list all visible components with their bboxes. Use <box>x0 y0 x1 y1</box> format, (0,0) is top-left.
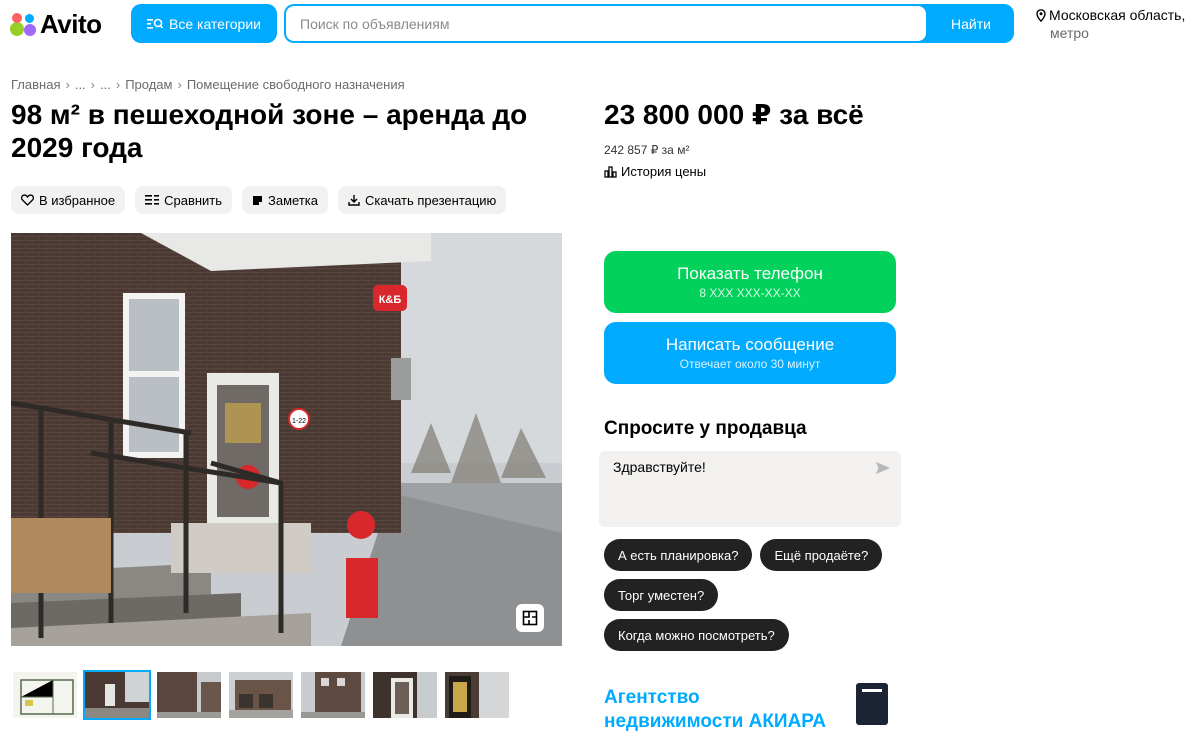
thumbnail-facade-2[interactable] <box>227 670 295 720</box>
breadcrumb-item[interactable]: ... <box>100 77 111 92</box>
seller-name-link[interactable]: Агентство недвижимости АКИАРА <box>604 686 844 734</box>
response-time: Отвечает около 30 минут <box>679 357 821 371</box>
note-button[interactable]: Заметка <box>242 186 329 214</box>
quick-questions: А есть планировка? Ещё продаёте? Торг ум… <box>604 539 904 651</box>
thumbnail-floor-plan[interactable] <box>11 670 79 720</box>
all-categories-button[interactable]: Все категории <box>131 4 277 43</box>
favorite-label: В избранное <box>39 192 116 208</box>
avito-logo[interactable]: Avito <box>10 8 102 40</box>
compare-label: Сравнить <box>164 192 223 208</box>
photo-thumbnails <box>11 670 511 720</box>
quick-question-plan[interactable]: А есть планировка? <box>604 539 753 571</box>
show-phone-button[interactable]: Показать телефон 8 XXX XXX-XX-XX <box>604 251 896 313</box>
storefront-photo: К&Б 1-22 <box>11 233 562 646</box>
quick-question-bargain[interactable]: Торг уместен? <box>604 579 719 611</box>
search-button[interactable]: Найти <box>928 4 1014 43</box>
logo-dots-icon <box>10 10 38 38</box>
main-photo[interactable]: К&Б 1-22 <box>11 233 562 646</box>
phone-mask: 8 XXX XXX-XX-XX <box>699 286 801 300</box>
compare-button[interactable]: Сравнить <box>135 186 233 214</box>
compare-icon <box>145 195 160 205</box>
listing-title: 98 м² в пешеходной зоне – аренда до 2029… <box>11 99 528 163</box>
note-icon <box>253 195 263 205</box>
seller-logo[interactable] <box>856 683 888 725</box>
download-icon <box>348 195 360 206</box>
logo-text: Avito <box>40 8 102 39</box>
floor-plan-button[interactable] <box>516 604 544 632</box>
thumbnail-entrance[interactable] <box>371 670 439 720</box>
download-presentation-button[interactable]: Скачать презентацию <box>338 186 507 214</box>
favorite-button[interactable]: В избранное <box>11 186 126 214</box>
ask-seller-message-input[interactable]: Здравствуйте! <box>599 451 877 527</box>
thumbnail-storefront[interactable] <box>83 670 151 720</box>
breadcrumb-home[interactable]: Главная <box>11 77 60 92</box>
location-text: Московская область, <box>1049 7 1186 23</box>
breadcrumb-separator: › <box>115 77 121 92</box>
heart-icon <box>21 194 34 206</box>
price-per-m2: 242 857 ₽ за м² <box>604 143 690 157</box>
quick-question-still-selling[interactable]: Ещё продаёте? <box>760 539 883 571</box>
breadcrumb-separator: › <box>177 77 182 92</box>
categories-search-icon <box>147 18 163 29</box>
send-icon[interactable] <box>875 461 891 475</box>
search-bar: Найти <box>284 4 1014 43</box>
breadcrumb-separator: › <box>65 77 70 92</box>
note-label: Заметка <box>268 192 319 208</box>
breadcrumb-separator: › <box>90 77 96 92</box>
location-selector[interactable]: Московская область, метро <box>1036 6 1185 42</box>
write-message-label: Написать сообщение <box>665 335 835 354</box>
thumbnail-door[interactable] <box>443 670 511 720</box>
search-input[interactable] <box>286 6 926 41</box>
breadcrumb: Главная › ... › ... › Продам › Помещение сво… <box>11 77 405 92</box>
quick-question-viewing[interactable]: Когда можно посмотреть? <box>604 619 789 651</box>
location-metro[interactable]: метро <box>1036 24 1185 42</box>
download-label: Скачать презентацию <box>365 192 497 208</box>
all-categories-label: Все категории <box>169 15 261 32</box>
price-history-label: История цены <box>621 164 707 179</box>
floor-plan-icon <box>522 610 538 626</box>
breadcrumb-category[interactable]: Помещение свободного назначения <box>187 77 405 92</box>
show-phone-label: Показать телефон <box>677 264 823 283</box>
breadcrumb-sell[interactable]: Продам <box>125 77 172 92</box>
thumbnail-facade-1[interactable] <box>155 670 223 720</box>
ask-seller-title: Спросите у продавца <box>604 418 807 439</box>
price-history-link[interactable]: История цены <box>604 164 706 179</box>
write-message-button[interactable]: Написать сообщение Отвечает около 30 мин… <box>604 322 896 384</box>
door-sticker-text: 1-22 <box>292 418 306 425</box>
listing-price: 23 800 000 ₽ за всё <box>604 99 864 130</box>
price-history-icon <box>604 165 617 178</box>
sign-text: К&Б <box>379 294 402 306</box>
breadcrumb-item[interactable]: ... <box>75 77 86 92</box>
thumbnail-facade-3[interactable] <box>299 670 367 720</box>
location-pin-icon <box>1036 9 1046 22</box>
ask-seller-box: Здравствуйте! <box>599 451 901 527</box>
listing-actions: В избранное Сравнить Заметка Скачать пре… <box>11 186 507 214</box>
